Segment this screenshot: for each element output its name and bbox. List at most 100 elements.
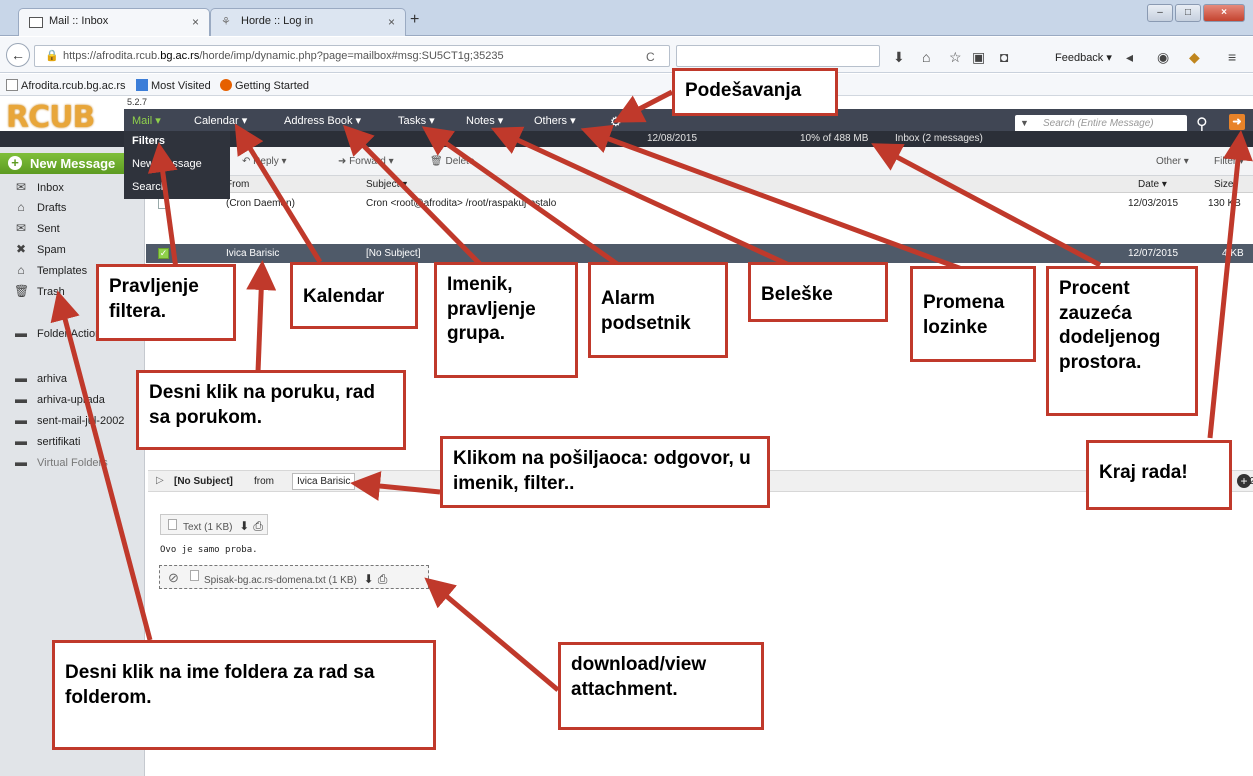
message-from: (Cron Daemon)	[226, 198, 295, 209]
feedback-button[interactable]: Feedback ▾	[1055, 51, 1112, 64]
menu-calendar[interactable]: Calendar ▾	[194, 114, 247, 127]
maximize-button[interactable]: □	[1175, 4, 1201, 22]
menu-tasks[interactable]: Tasks ▾	[398, 114, 435, 127]
attachment-name: Spisak-bg.ac.rs-domena.txt (1 KB)	[204, 575, 357, 586]
bookmark-label: Getting Started	[235, 80, 309, 92]
forward-button[interactable]: ➜ Forward ▾	[338, 156, 394, 167]
expand-triangle-icon[interactable]: ▷	[156, 475, 164, 486]
gear-icon[interactable]: ⚙	[610, 114, 622, 130]
folder-label: arhiva-uprada	[37, 394, 105, 406]
bookmark-getting-started[interactable]: Getting Started	[220, 79, 309, 92]
folder-virtual[interactable]: ▬ Virtual Folders	[14, 455, 108, 469]
delete-button[interactable]: 🗑 Delete	[430, 156, 474, 167]
quota-usage: 10% of 488 MB	[800, 133, 869, 144]
bookmark-label: Most Visited	[151, 80, 211, 92]
bookmarks-menu-icon[interactable]: ▣	[972, 49, 985, 66]
menu-address-book[interactable]: Address Book ▾	[284, 114, 361, 127]
folder-sent-mail[interactable]: ▬ sent-mail-jul-2002	[14, 413, 124, 427]
menu-mail[interactable]: Mail ▾	[132, 114, 161, 127]
back-button[interactable]: ←	[6, 43, 30, 67]
search-scope-dropdown-icon[interactable]: ▼	[1020, 118, 1029, 128]
message-list-header: From Subject ▾ Date ▾ Size	[146, 176, 1253, 193]
row-checkbox[interactable]	[158, 198, 169, 209]
text-part[interactable]: Text (1 KB) ⬇ ⎙	[160, 514, 268, 535]
pocket-icon[interactable]: ◘	[1000, 49, 1008, 65]
bookmark-most-visited[interactable]: Most Visited	[136, 79, 211, 92]
column-size[interactable]: Size	[1214, 179, 1233, 190]
menu-item-search[interactable]: Search	[132, 181, 167, 193]
folder-icon: ▬	[15, 413, 27, 427]
sent-icon: ✉	[15, 221, 27, 235]
message-row[interactable]: (Cron Daemon) Cron <root@afrodita> /root…	[146, 194, 1253, 213]
close-icon[interactable]: ×	[192, 15, 199, 29]
tab-horde-login[interactable]: ⚘ Horde :: Log in ×	[210, 8, 406, 36]
folder-icon: ▬	[15, 434, 27, 448]
window-close-button[interactable]: ×	[1203, 4, 1245, 22]
folder-spam[interactable]: ✖ Spam	[14, 242, 66, 256]
menu-notes[interactable]: Notes ▾	[466, 114, 503, 127]
folder-label: sent-mail-jul-2002	[37, 415, 125, 427]
folder-sertifikati[interactable]: ▬ sertifikati	[14, 434, 80, 448]
message-date: 12/07/2015	[1128, 248, 1179, 259]
download-icon[interactable]: ⬇	[364, 572, 374, 586]
browser-search-box[interactable]	[676, 45, 880, 67]
hamburger-menu-icon[interactable]: ≡	[1228, 49, 1236, 65]
reload-icon[interactable]: C	[646, 50, 655, 64]
share-icon[interactable]: ◂	[1126, 49, 1133, 66]
url-path: /horde/imp/dynamic.php?page=mailbox#msg:…	[199, 50, 504, 62]
rcub-logo: RCUB	[6, 100, 95, 135]
chat-icon[interactable]: ◉	[1157, 49, 1169, 66]
url-prefix: https://afrodita.rcub.	[63, 50, 161, 62]
extension-icon[interactable]: ◆	[1189, 49, 1200, 66]
horde-icon: ⚘	[221, 16, 231, 28]
bookmark-star-icon[interactable]: ☆	[949, 49, 962, 66]
current-date: 12/08/2015	[647, 133, 698, 144]
callout-desni-klik-folder: Desni klik na ime foldera za rad sa fold…	[52, 640, 436, 750]
menu-item-filters[interactable]: Filters	[132, 135, 165, 147]
page-icon	[6, 79, 18, 91]
close-icon[interactable]: ×	[388, 15, 395, 29]
folder-drafts[interactable]: ⌂ Drafts	[14, 200, 66, 214]
other-button[interactable]: Other ▾	[1156, 156, 1189, 167]
new-tab-button[interactable]: +	[410, 11, 419, 29]
reply-button[interactable]: ↶ Reply ▾	[242, 156, 287, 167]
filter-button[interactable]: Filter ▾	[1214, 156, 1244, 167]
reply-label: Reply ▾	[253, 156, 287, 167]
menu-others[interactable]: Others ▾	[534, 114, 576, 127]
tab-mail-inbox[interactable]: Mail :: Inbox ×	[18, 8, 210, 36]
folder-arhiva-uprada[interactable]: ▬ arhiva-uprada	[14, 392, 105, 406]
print-icon[interactable]: ⎙	[378, 572, 388, 586]
url-bar[interactable]: 🔒 https://afrodita.rcub.bg.ac.rs/horde/i…	[34, 45, 670, 67]
home-icon[interactable]: ⌂	[922, 49, 930, 65]
folder-arhiva[interactable]: ▬ arhiva	[14, 371, 67, 385]
document-icon	[190, 570, 199, 581]
folder-actions[interactable]: ▬ Folder Actions	[14, 326, 107, 340]
folder-inbox[interactable]: ✉ Inbox	[14, 180, 64, 194]
plus-circle-icon[interactable]: +	[1237, 474, 1251, 488]
folder-sent[interactable]: ✉ Sent	[14, 221, 60, 235]
bookmark-afrodita[interactable]: Afrodita.rcub.bg.ac.rs	[6, 79, 126, 92]
folder-trash[interactable]: 🗑 Trash	[14, 284, 65, 298]
sender-name[interactable]: Ivica Barisic	[292, 473, 356, 490]
logout-icon[interactable]: ➜	[1229, 114, 1245, 130]
version-label: 5.2.7	[127, 97, 148, 107]
download-icon[interactable]: ⬇	[893, 49, 905, 66]
new-message-label: New Message	[30, 156, 116, 171]
column-subject[interactable]: Subject ▾	[366, 179, 407, 190]
menu-item-new-message[interactable]: New Message	[132, 158, 202, 170]
minimize-button[interactable]: –	[1147, 4, 1173, 22]
row-checkbox-checked[interactable]: ✓	[158, 248, 169, 259]
folder-templates[interactable]: ⌂ Templates	[14, 263, 87, 277]
message-toolbar: ↶ Reply ▾ ➜ Forward ▾ 🗑 Delete Other ▾ F…	[146, 147, 1253, 176]
trash-icon: 🗑	[14, 284, 30, 298]
column-date[interactable]: Date ▾	[1138, 179, 1167, 190]
callout-klikom-na-posiljaoca: Klikom na pošiljaoca: odgovor, u imenik,…	[440, 436, 770, 508]
message-subject: Cron <root@afrodita> /root/raspakuj-osta…	[366, 198, 557, 209]
mail-dropdown-menu: Filters New Message Search	[124, 131, 230, 199]
most-visited-icon	[136, 79, 148, 91]
download-icon[interactable]: ⬇	[239, 519, 249, 533]
attachment[interactable]: ⊘ Spisak-bg.ac.rs-domena.txt (1 KB) ⬇ ⎙	[159, 565, 429, 589]
print-icon[interactable]: ⎙	[253, 519, 263, 533]
message-row-selected[interactable]: ✓ Ivica Barisic [No Subject] 12/07/2015 …	[146, 244, 1253, 263]
callout-podesavanja: Podešavanja	[672, 68, 838, 116]
